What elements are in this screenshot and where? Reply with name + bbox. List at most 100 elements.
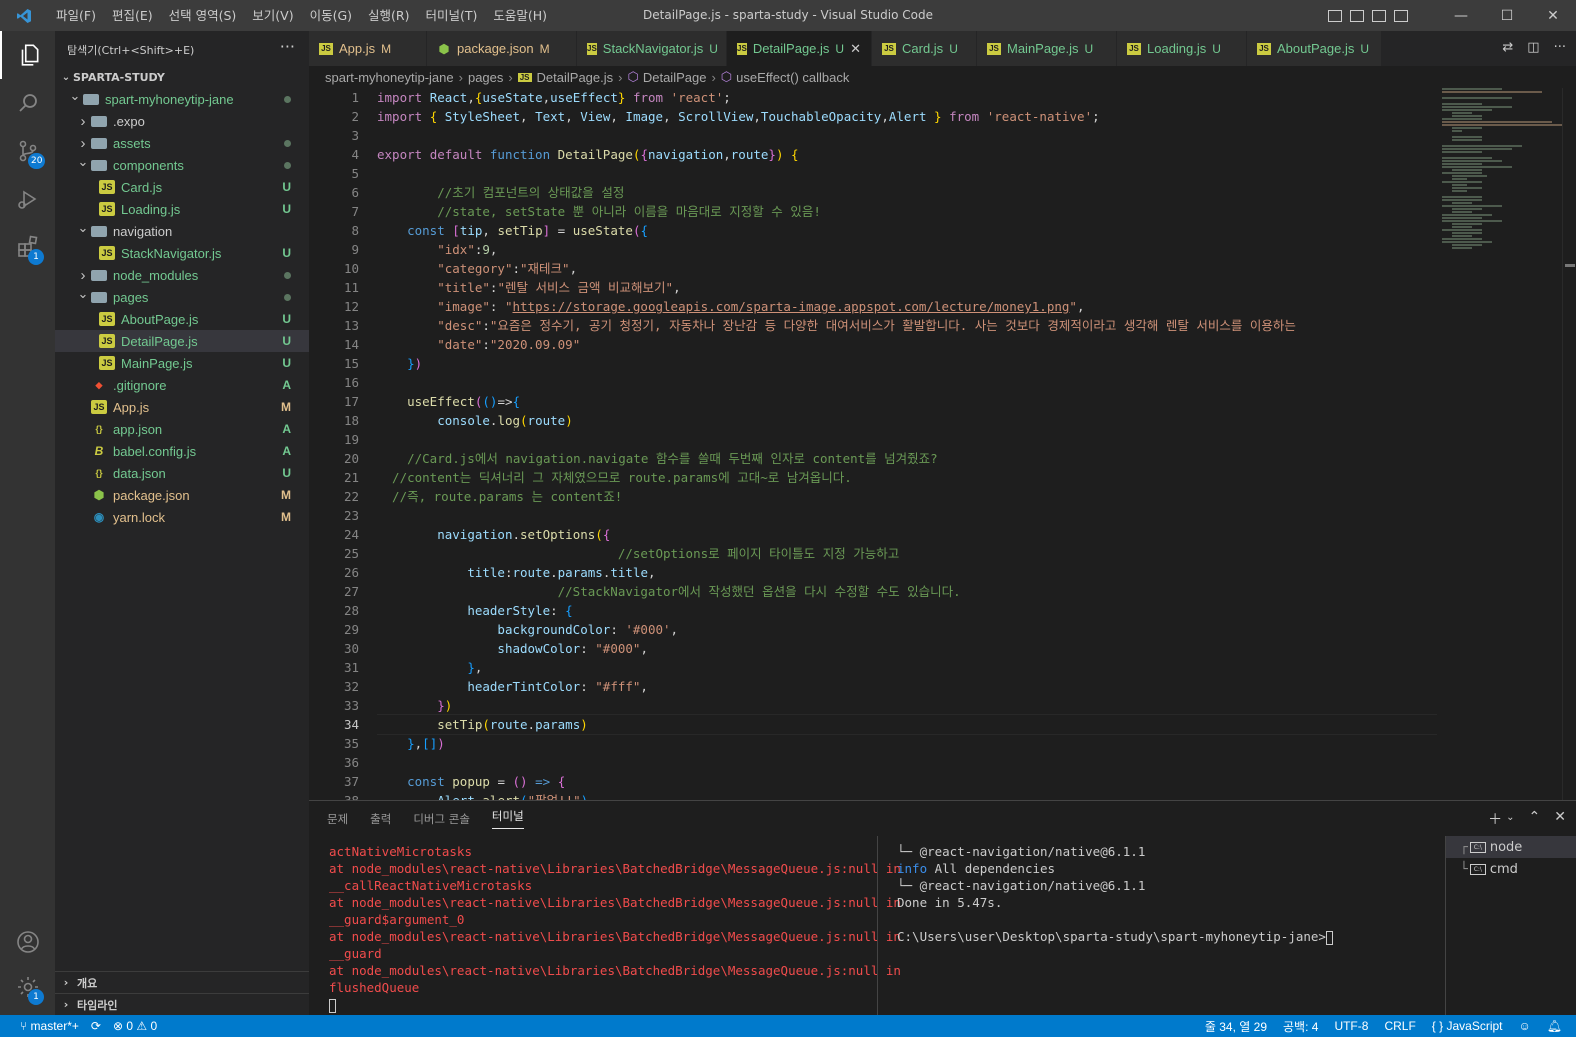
breadcrumb-file[interactable]: DetailPage.js: [537, 70, 614, 85]
menu-terminal[interactable]: 터미널(T): [418, 0, 486, 31]
terminal-left[interactable]: actNativeMicrotasks at node_modules\react…: [329, 843, 901, 1013]
toggle-sidebar-icon[interactable]: [1328, 9, 1342, 22]
menu-help[interactable]: 도움말(H): [485, 0, 555, 31]
tree-item[interactable]: JS StackNavigator.js U: [55, 242, 309, 264]
workspace-section[interactable]: ⌄ SPARTA-STUDY: [55, 66, 309, 88]
tree-item[interactable]: ⌄ components: [55, 154, 309, 176]
end-of-line[interactable]: CRLF: [1384, 1019, 1415, 1033]
tree-item-label: .gitignore: [113, 377, 167, 393]
more-actions-icon[interactable]: ···: [280, 37, 295, 56]
tree-item[interactable]: › assets: [55, 132, 309, 154]
tree-item[interactable]: JS Loading.js U: [55, 198, 309, 220]
menu-edit[interactable]: 편집(E): [104, 0, 161, 31]
tree-item[interactable]: JS Card.js U: [55, 176, 309, 198]
tree-item[interactable]: {} app.json A: [55, 418, 309, 440]
tree-item[interactable]: › .expo: [55, 110, 309, 132]
new-terminal-icon[interactable]: ＋: [1488, 809, 1502, 829]
minimap-line: [1442, 121, 1552, 123]
terminal-right[interactable]: └─ @react-navigation/native@6.1.1 info A…: [897, 843, 1437, 945]
terminal-item-cmd[interactable]: └ C:\ cmd: [1446, 858, 1576, 880]
tree-item[interactable]: Bbabel.config.js A: [55, 440, 309, 462]
cursor-position[interactable]: 줄 34, 열 29: [1205, 1018, 1267, 1035]
js-file-icon: JS: [1257, 42, 1271, 55]
tree-item[interactable]: ⌄ spart-myhoneytip-jane: [55, 88, 309, 110]
accounts-icon[interactable]: [0, 918, 55, 966]
tree-item[interactable]: ◆ .gitignore A: [55, 374, 309, 396]
explorer-icon[interactable]: [0, 31, 55, 79]
menu-file[interactable]: 파일(F): [48, 0, 104, 31]
close-tab-icon[interactable]: ✕: [850, 41, 861, 57]
split-editor-icon[interactable]: ◫: [1527, 40, 1539, 55]
git-status-badge: U: [282, 312, 291, 326]
tree-item[interactable]: › node_modules: [55, 264, 309, 286]
customize-layout-icon[interactable]: [1394, 9, 1408, 22]
close-panel-icon[interactable]: ✕: [1554, 809, 1566, 829]
tree-item[interactable]: ⌄ navigation: [55, 220, 309, 242]
vscode-logo-icon: [0, 0, 48, 31]
breadcrumb-pages[interactable]: pages: [468, 70, 503, 85]
breadcrumb-symbol[interactable]: DetailPage: [643, 70, 707, 85]
menu-go[interactable]: 이동(G): [302, 0, 360, 31]
minimap-line: [1442, 160, 1502, 162]
encoding[interactable]: UTF-8: [1334, 1019, 1368, 1033]
tree-item[interactable]: {} data.json U: [55, 462, 309, 484]
problems-status[interactable]: ⊗ 0 ⚠ 0: [113, 1019, 157, 1033]
editor-tab[interactable]: JS Card.js U: [872, 31, 977, 66]
terminal-item-node[interactable]: ┌ C:\ node: [1446, 836, 1576, 858]
minimize-button[interactable]: —: [1438, 8, 1484, 24]
toggle-secondary-sidebar-icon[interactable]: [1372, 9, 1386, 22]
tree-item[interactable]: JS App.js M: [55, 396, 309, 418]
branch-status[interactable]: ⑂ master*+: [20, 1019, 79, 1033]
tree-item[interactable]: JS AboutPage.js U: [55, 308, 309, 330]
menu-selection[interactable]: 선택 영역(S): [161, 0, 245, 31]
indentation[interactable]: 공백: 4: [1283, 1018, 1318, 1035]
tab-debug-console[interactable]: 디버그 콘솔: [413, 811, 470, 827]
more-actions-icon[interactable]: ···: [1554, 40, 1566, 55]
terminal-name: node: [1489, 839, 1523, 855]
breadcrumb-folder[interactable]: spart-myhoneytip-jane: [325, 70, 454, 85]
terminal-split-divider[interactable]: [877, 836, 878, 1016]
timeline-section[interactable]: › 타임라인: [55, 993, 309, 1015]
sync-icon[interactable]: ⟳: [91, 1019, 101, 1033]
tab-problems[interactable]: 문제: [327, 811, 348, 827]
minimap[interactable]: [1442, 88, 1562, 288]
breadcrumb-callback[interactable]: useEffect() callback: [736, 70, 849, 85]
outline-section[interactable]: › 개요: [55, 971, 309, 993]
tab-terminal[interactable]: 터미널: [491, 808, 524, 829]
extensions-icon[interactable]: 1: [0, 223, 55, 271]
editor-tab[interactable]: JS App.js M: [309, 31, 427, 66]
tree-item[interactable]: ◉ yarn.lock M: [55, 506, 309, 528]
editor-tab[interactable]: JS MainPage.js U: [977, 31, 1117, 66]
settings-gear-icon[interactable]: 1: [0, 963, 55, 1011]
code-editor[interactable]: 1 2 3 4 5 6 7 8 9 10 11 12 13 14 15 16 17 18 19 20 21 22 23 24 2…: [309, 88, 1576, 800]
chevron-down-icon: ⌄: [77, 154, 89, 169]
editor-tab[interactable]: JS AboutPage.js U: [1247, 31, 1382, 66]
tree-item[interactable]: JS DetailPage.js U: [55, 330, 309, 352]
editor-tab[interactable]: JS StackNavigator.js U: [577, 31, 727, 66]
menu-run[interactable]: 실행(R): [360, 0, 417, 31]
editor-tab[interactable]: ⬢ package.json M: [427, 31, 577, 66]
chevron-down-icon: ⌄: [77, 220, 89, 235]
language-mode[interactable]: { } JavaScript: [1432, 1019, 1503, 1033]
feedback-icon[interactable]: ☺: [1519, 1019, 1531, 1033]
maximize-button[interactable]: ☐: [1484, 8, 1530, 24]
code-area[interactable]: import React,{useState,useEffect} from '…: [377, 88, 1437, 800]
open-changes-icon[interactable]: ⇄: [1502, 40, 1513, 55]
search-icon[interactable]: [0, 79, 55, 127]
editor-tab[interactable]: JS Loading.js U: [1117, 31, 1247, 66]
close-window-button[interactable]: ✕: [1530, 8, 1576, 24]
source-control-icon[interactable]: 20: [0, 127, 55, 175]
run-debug-icon[interactable]: [0, 175, 55, 223]
tree-item[interactable]: JS MainPage.js U: [55, 352, 309, 374]
code-line: "idx":9,: [437, 242, 498, 257]
toggle-panel-icon[interactable]: [1350, 9, 1364, 22]
tree-item[interactable]: ⌄ pages: [55, 286, 309, 308]
maximize-panel-icon[interactable]: ⌃: [1529, 809, 1541, 829]
editor-tab[interactable]: JS DetailPage.js U ✕: [727, 31, 872, 66]
menu-view[interactable]: 보기(V): [244, 0, 301, 31]
editor-scrollbar[interactable]: [1562, 88, 1576, 800]
notifications-bell-icon[interactable]: 🔔︎: [1547, 1019, 1562, 1033]
chevron-down-icon[interactable]: ⌄: [1506, 812, 1514, 829]
tree-item[interactable]: ⬢ package.json M: [55, 484, 309, 506]
tab-output[interactable]: 출력: [370, 811, 391, 827]
